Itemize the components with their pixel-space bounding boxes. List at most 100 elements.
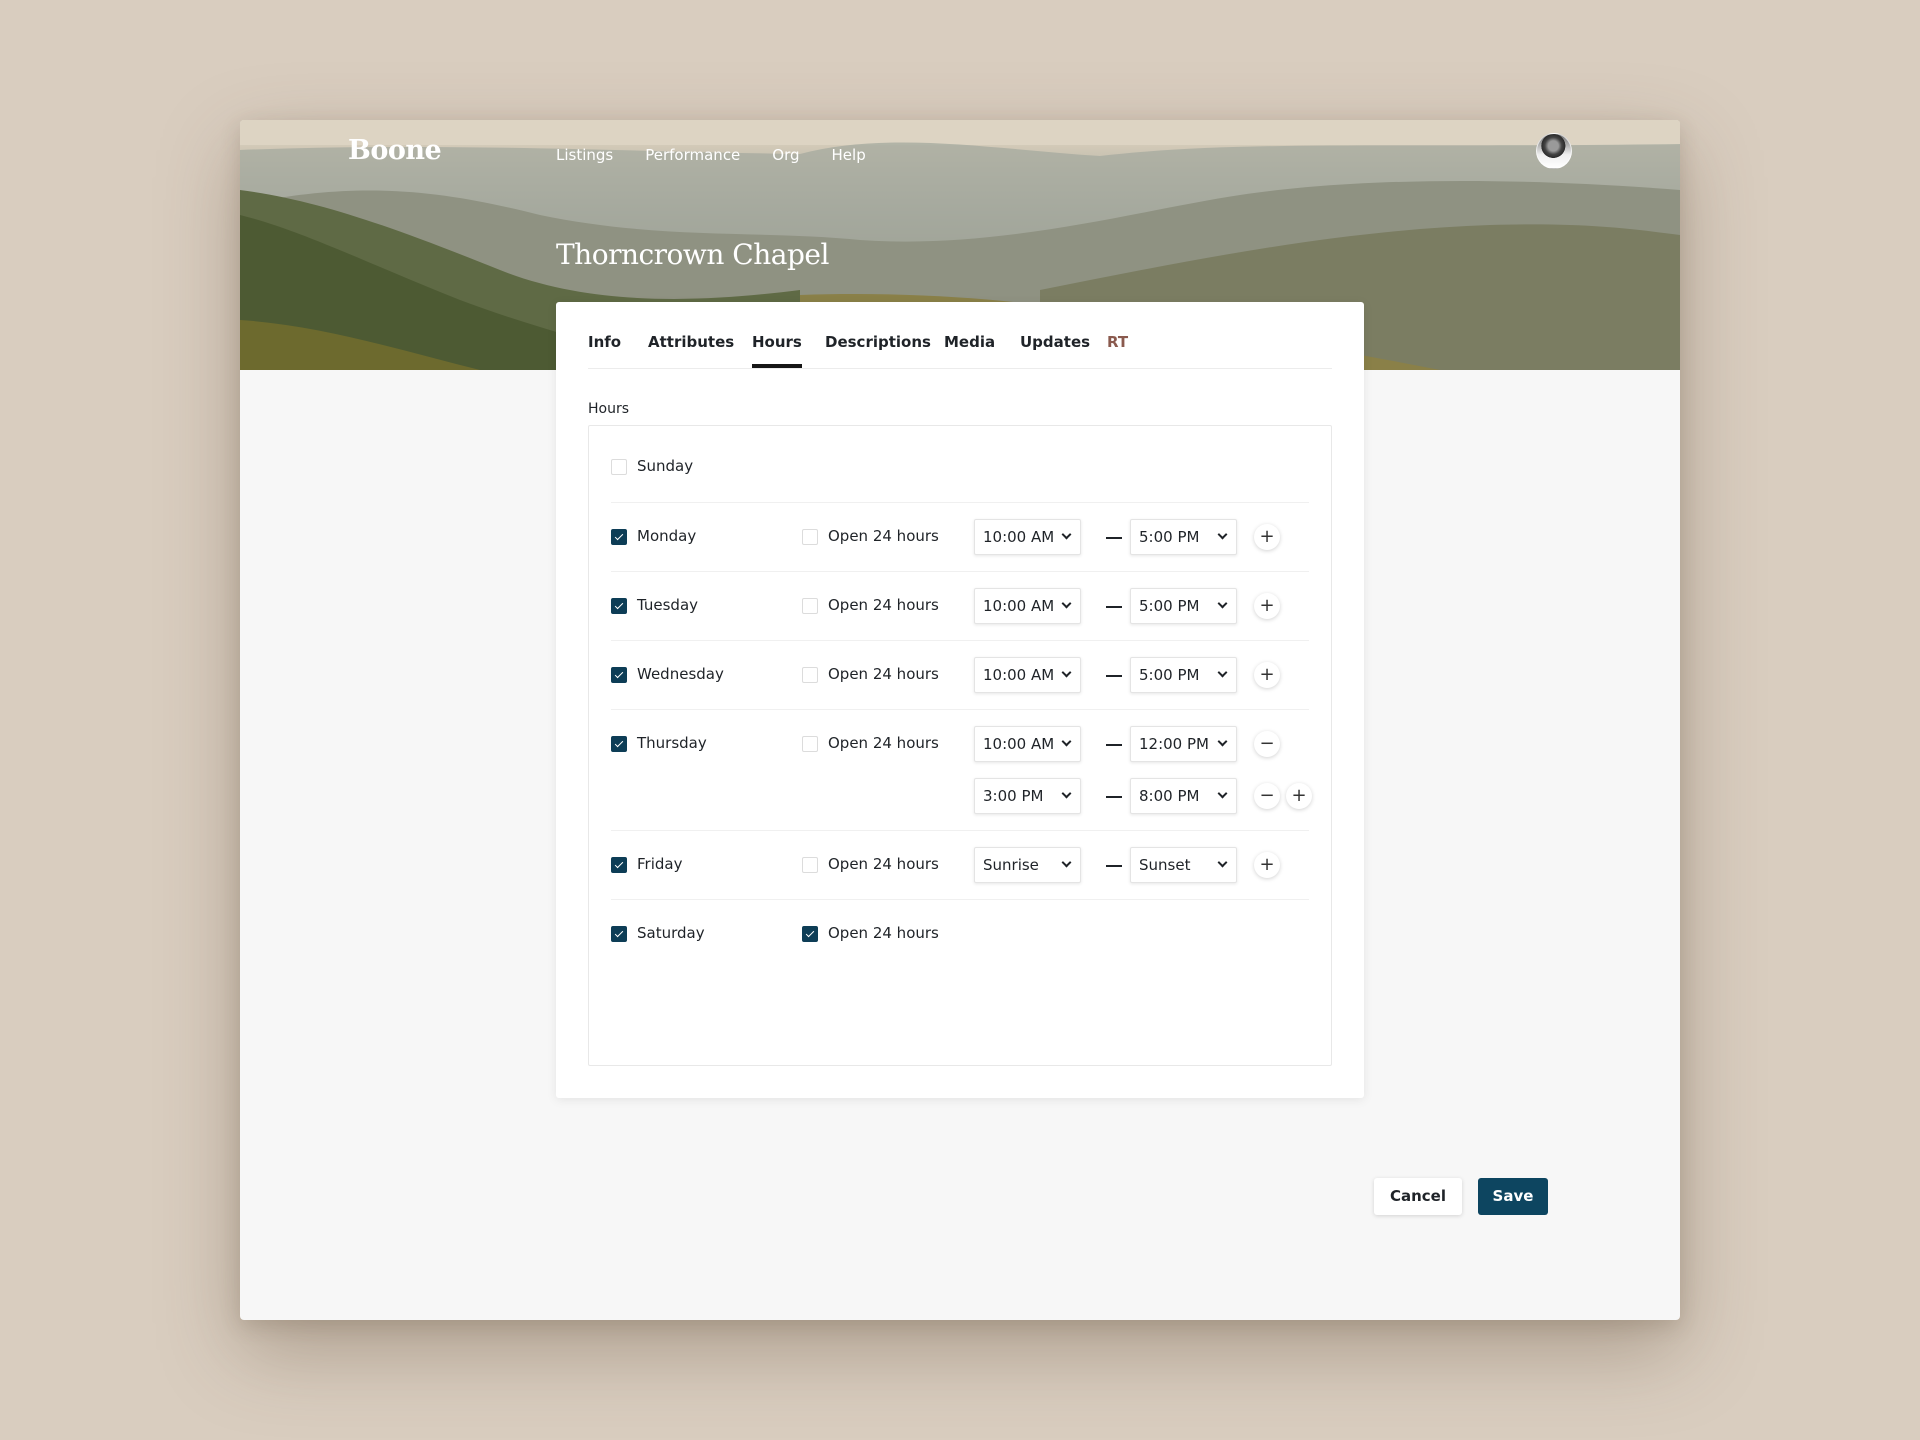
- close-time-select[interactable]: 12:00 PM: [1130, 726, 1237, 762]
- open-time-value: Sunrise: [983, 856, 1039, 874]
- range-dash: [1106, 796, 1122, 798]
- open-24-hours-checkbox[interactable]: [802, 667, 818, 683]
- day-row-thursday: Thursday Open 24 hours 10:00 AM 12:00 PM…: [611, 710, 1312, 831]
- hours-editor: Sunday Monday Open 24 hours 10:00 AM 5:0…: [588, 425, 1332, 1066]
- close-time-value: Sunset: [1139, 856, 1191, 874]
- close-time-select[interactable]: 5:00 PM: [1130, 657, 1237, 693]
- day-enabled-checkbox[interactable]: [611, 857, 627, 873]
- remove-range-button[interactable]: −: [1254, 783, 1280, 809]
- add-range-button[interactable]: +: [1254, 852, 1280, 878]
- day-enabled-checkbox[interactable]: [611, 598, 627, 614]
- tab-descriptions[interactable]: Descriptions: [825, 333, 931, 368]
- close-time-value: 8:00 PM: [1139, 787, 1200, 805]
- day-row-friday: Friday Open 24 hours Sunrise Sunset +: [611, 831, 1309, 900]
- top-nav: Listings Performance Org Help: [556, 146, 866, 164]
- app-window: Boone Listings Performance Org Help Thor…: [240, 120, 1680, 1320]
- add-range-button[interactable]: +: [1254, 524, 1280, 550]
- day-enabled-checkbox[interactable]: [611, 529, 627, 545]
- tab-hours[interactable]: Hours: [752, 333, 802, 368]
- chevron-down-icon: [1061, 736, 1072, 747]
- open-time-select[interactable]: 10:00 AM: [974, 726, 1081, 762]
- tab-bar: Info Attributes Hours Descriptions Media…: [588, 302, 1332, 369]
- open-time-select[interactable]: 10:00 AM: [974, 588, 1081, 624]
- close-time-select[interactable]: Sunset: [1130, 847, 1237, 883]
- day-label: Wednesday: [637, 665, 724, 683]
- chevron-down-icon: [1217, 529, 1228, 540]
- add-range-button[interactable]: +: [1254, 593, 1280, 619]
- open-24-hours-label: Open 24 hours: [828, 665, 939, 683]
- close-time-select[interactable]: 5:00 PM: [1130, 519, 1237, 555]
- day-label: Friday: [637, 855, 683, 873]
- open-time-value: 10:00 AM: [983, 597, 1055, 615]
- close-time-value: 12:00 PM: [1139, 735, 1209, 753]
- day-enabled-checkbox[interactable]: [611, 459, 627, 475]
- range-dash: [1106, 744, 1122, 746]
- day-label: Tuesday: [637, 596, 699, 614]
- tab-info[interactable]: Info: [588, 333, 621, 368]
- chevron-down-icon: [1061, 598, 1072, 609]
- chevron-down-icon: [1061, 788, 1072, 799]
- listing-editor-card: Info Attributes Hours Descriptions Media…: [556, 302, 1548, 1215]
- open-24-hours-label: Open 24 hours: [828, 527, 939, 545]
- chevron-down-icon: [1061, 667, 1072, 678]
- tab-media[interactable]: Media: [944, 333, 995, 368]
- open-24-hours-checkbox[interactable]: [802, 926, 818, 942]
- open-24-hours-label: Open 24 hours: [828, 924, 939, 942]
- nav-org[interactable]: Org: [772, 146, 799, 164]
- chevron-down-icon: [1061, 529, 1072, 540]
- open-24-hours-checkbox[interactable]: [802, 736, 818, 752]
- day-label: Thursday: [637, 734, 707, 752]
- nav-help[interactable]: Help: [832, 146, 866, 164]
- range-dash: [1106, 537, 1122, 539]
- open-time-value: 10:00 AM: [983, 528, 1055, 546]
- open-24-hours-checkbox[interactable]: [802, 857, 818, 873]
- range-dash: [1106, 606, 1122, 608]
- close-time-value: 5:00 PM: [1139, 528, 1200, 546]
- open-time-value: 3:00 PM: [983, 787, 1044, 805]
- chevron-down-icon: [1217, 598, 1228, 609]
- open-24-hours-label: Open 24 hours: [828, 855, 939, 873]
- day-label: Monday: [637, 527, 697, 545]
- remove-range-button[interactable]: −: [1254, 731, 1280, 757]
- chevron-down-icon: [1061, 857, 1072, 868]
- add-range-button[interactable]: +: [1286, 783, 1312, 809]
- close-time-select[interactable]: 5:00 PM: [1130, 588, 1237, 624]
- range-dash: [1106, 675, 1122, 677]
- tab-updates[interactable]: Updates: [1020, 333, 1090, 368]
- day-enabled-checkbox[interactable]: [611, 926, 627, 942]
- open-24-hours-checkbox[interactable]: [802, 529, 818, 545]
- nav-listings[interactable]: Listings: [556, 146, 613, 164]
- chevron-down-icon: [1217, 788, 1228, 799]
- brand-logo[interactable]: Boone: [348, 135, 442, 166]
- nav-performance[interactable]: Performance: [645, 146, 740, 164]
- open-time-select[interactable]: 3:00 PM: [974, 778, 1081, 814]
- page-title: Thorncrown Chapel: [556, 238, 829, 271]
- open-time-select[interactable]: 10:00 AM: [974, 519, 1081, 555]
- open-time-select[interactable]: 10:00 AM: [974, 657, 1081, 693]
- close-time-value: 5:00 PM: [1139, 666, 1200, 684]
- day-label: Sunday: [637, 457, 694, 475]
- chevron-down-icon: [1217, 857, 1228, 868]
- chevron-down-icon: [1217, 736, 1228, 747]
- range-dash: [1106, 865, 1122, 867]
- open-24-hours-label: Open 24 hours: [828, 596, 939, 614]
- hours-section-label: Hours: [588, 401, 630, 417]
- user-avatar[interactable]: [1536, 133, 1572, 169]
- day-row-saturday: Saturday Open 24 hours: [611, 900, 1309, 969]
- day-row-wednesday: Wednesday Open 24 hours 10:00 AM 5:00 PM…: [611, 641, 1309, 710]
- tab-rt[interactable]: RT: [1107, 333, 1128, 368]
- day-enabled-checkbox[interactable]: [611, 736, 627, 752]
- day-row-monday: Monday Open 24 hours 10:00 AM 5:00 PM +: [611, 503, 1309, 572]
- open-time-value: 10:00 AM: [983, 666, 1055, 684]
- day-row-sunday: Sunday: [611, 426, 1309, 503]
- tab-attributes[interactable]: Attributes: [648, 333, 734, 368]
- day-enabled-checkbox[interactable]: [611, 667, 627, 683]
- open-time-select[interactable]: Sunrise: [974, 847, 1081, 883]
- open-24-hours-checkbox[interactable]: [802, 598, 818, 614]
- close-time-select[interactable]: 8:00 PM: [1130, 778, 1237, 814]
- chevron-down-icon: [1217, 667, 1228, 678]
- add-range-button[interactable]: +: [1254, 662, 1280, 688]
- save-button[interactable]: Save: [1478, 1178, 1548, 1215]
- cancel-button[interactable]: Cancel: [1374, 1178, 1462, 1215]
- day-label: Saturday: [637, 924, 705, 942]
